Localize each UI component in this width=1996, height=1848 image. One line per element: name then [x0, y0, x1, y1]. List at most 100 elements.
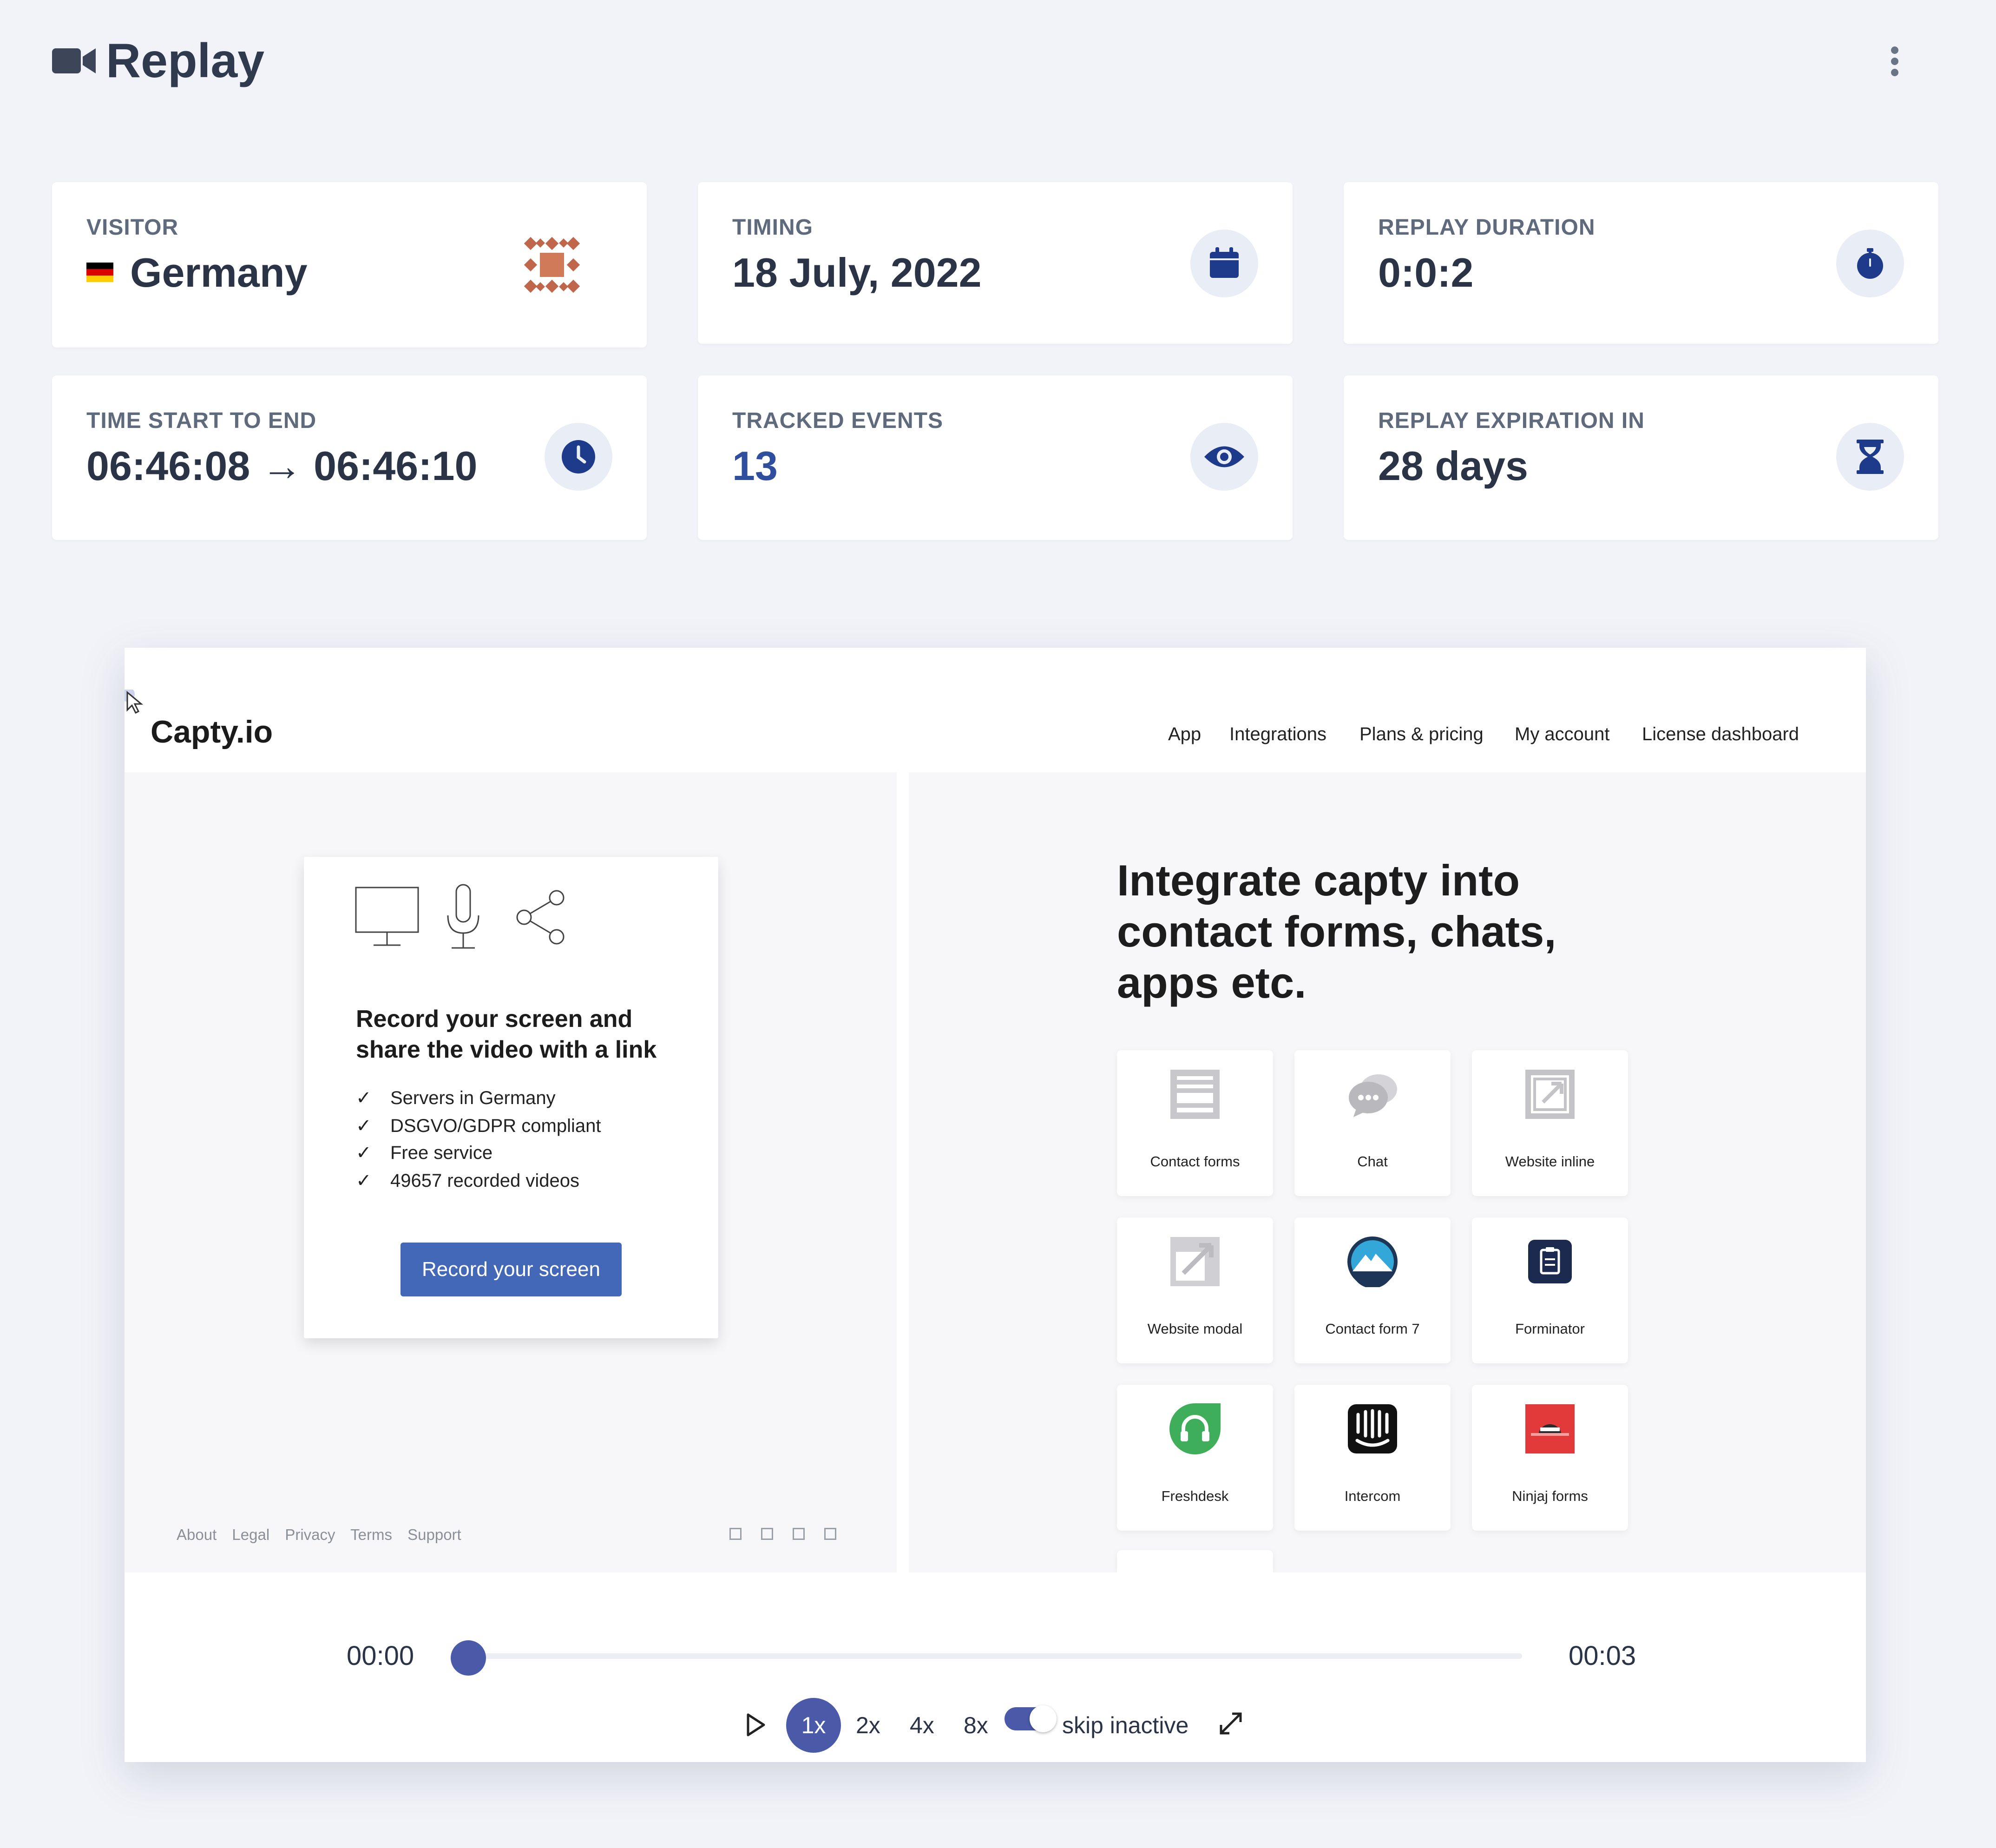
stat-value: 18 July, 2022 [732, 250, 982, 296]
checkmark-icon: ✓ [356, 1171, 372, 1191]
footer-link-about[interactable]: About [177, 1526, 217, 1543]
tile-label: Contact form 7 [1325, 1321, 1420, 1337]
monitor-icon [355, 887, 419, 946]
footer-link-terms[interactable]: Terms [350, 1526, 392, 1543]
footer-link-legal[interactable]: Legal [232, 1526, 269, 1543]
integration-tile-contact-forms[interactable]: Contact forms [1117, 1050, 1273, 1196]
share-icon [516, 890, 565, 945]
eye-icon [1204, 446, 1244, 467]
stat-card-time-start-end: TIME START TO END 06:46:08 → 06:46:10 [52, 375, 647, 540]
site-logo[interactable]: Capty.io [151, 714, 273, 750]
website-inline-icon [1525, 1070, 1575, 1119]
tile-label: Chat [1357, 1153, 1388, 1170]
hourglass-icon [1857, 440, 1884, 474]
integration-tile-ninja-forms[interactable]: Ninjaj forms [1472, 1385, 1628, 1531]
total-time: 00:03 [1569, 1641, 1636, 1671]
stat-card-timing: TIMING 18 July, 2022 [698, 182, 1293, 344]
nav-license-dashboard[interactable]: License dashboard [1642, 724, 1799, 745]
checkmark-icon: ✓ [356, 1116, 372, 1136]
stat-label: VISITOR [86, 215, 179, 240]
cursor-icon [125, 690, 144, 714]
social-icon[interactable] [824, 1528, 836, 1540]
check-item: ✓ Free service [356, 1143, 493, 1163]
page-title: Replay [106, 34, 265, 88]
nav-my-account[interactable]: My account [1515, 724, 1610, 745]
kebab-menu-icon[interactable] [1886, 46, 1903, 76]
progress-thumb[interactable] [451, 1640, 486, 1676]
forminator-icon [1528, 1240, 1572, 1283]
stat-label: REPLAY DURATION [1378, 215, 1595, 240]
site-header [125, 648, 1866, 772]
current-time: 00:00 [347, 1641, 414, 1671]
microphone-icon [447, 884, 479, 949]
stat-label: TIME START TO END [86, 408, 317, 433]
content-divider [897, 772, 909, 1572]
integration-tile-partial [1117, 1550, 1273, 1572]
skip-inactive-toggle[interactable] [1005, 1705, 1057, 1732]
stopwatch-icon [1857, 248, 1883, 279]
social-icon[interactable] [761, 1528, 773, 1540]
integration-tile-website-modal[interactable]: Website modal [1117, 1217, 1273, 1363]
speed-1x-button[interactable]: 1x [786, 1698, 841, 1753]
footer-link-privacy[interactable]: Privacy [285, 1526, 335, 1543]
freshdesk-icon [1169, 1403, 1221, 1454]
social-icon[interactable] [729, 1528, 742, 1540]
stat-card-tracked-events: TRACKED EVENTS 13 [698, 375, 1293, 540]
progress-track[interactable] [465, 1653, 1522, 1659]
calendar-icon [1210, 247, 1239, 278]
checkmark-icon: ✓ [356, 1143, 372, 1163]
integration-tile-website-inline[interactable]: Website inline [1472, 1050, 1628, 1196]
stat-card-visitor: VISITOR Germany [52, 182, 647, 348]
ninja-forms-icon [1525, 1404, 1575, 1453]
contact-form-7-icon [1347, 1236, 1398, 1287]
tile-label: Ninjaj forms [1512, 1488, 1588, 1504]
checkmark-icon: ✓ [356, 1088, 372, 1108]
nav-integrations[interactable]: Integrations [1229, 724, 1326, 745]
intercom-icon [1348, 1404, 1397, 1453]
speed-2x-button[interactable]: 2x [856, 1712, 880, 1739]
tile-label: Website modal [1147, 1321, 1243, 1337]
tile-label: Contact forms [1150, 1153, 1240, 1170]
integration-tile-forminator[interactable]: Forminator [1472, 1217, 1628, 1363]
stat-value: 0:0:2 [1378, 250, 1474, 296]
integration-tile-freshdesk[interactable]: Freshdesk [1117, 1385, 1273, 1531]
chat-icon [1349, 1074, 1397, 1117]
stat-label: TRACKED EVENTS [732, 408, 944, 433]
record-screen-button[interactable]: Record your screen [401, 1243, 622, 1296]
integrations-heading: Integrate capty into contact forms, chat… [1117, 856, 1556, 1007]
visitor-avatar-icon [524, 237, 580, 293]
nav-app[interactable]: App [1168, 724, 1201, 745]
stat-value: Germany [130, 250, 308, 296]
site-footer-links: About Legal Privacy Terms Support [177, 1526, 473, 1544]
speed-8x-button[interactable]: 8x [964, 1712, 988, 1739]
nav-plans-pricing[interactable]: Plans & pricing [1359, 724, 1484, 745]
contact-forms-icon [1170, 1070, 1220, 1119]
stat-card-replay-duration: REPLAY DURATION 0:0:2 [1344, 182, 1938, 344]
stat-label: REPLAY EXPIRATION IN [1378, 408, 1645, 433]
check-item: ✓ 49657 recorded videos [356, 1171, 579, 1191]
clock-icon [562, 440, 595, 474]
stat-card-replay-expiration: REPLAY EXPIRATION IN 28 days [1344, 375, 1938, 540]
footer-link-support[interactable]: Support [407, 1526, 461, 1543]
play-icon[interactable] [745, 1713, 767, 1737]
promo-title: Record your screen and share the video w… [356, 1006, 657, 1063]
video-camera-icon [52, 48, 96, 73]
germany-flag-icon [86, 262, 113, 282]
stat-value: 06:46:08 → 06:46:10 [86, 443, 478, 489]
fullscreen-icon[interactable] [1217, 1710, 1244, 1737]
integration-tile-chat[interactable]: Chat [1294, 1050, 1451, 1196]
check-item: ✓ DSGVO/GDPR compliant [356, 1116, 601, 1136]
tile-label: Freshdesk [1161, 1488, 1229, 1504]
skip-inactive-label: skip inactive [1062, 1712, 1189, 1738]
stat-value: 28 days [1378, 443, 1528, 489]
website-modal-icon [1170, 1237, 1220, 1286]
check-item: ✓ Servers in Germany [356, 1088, 556, 1108]
speed-4x-button[interactable]: 4x [910, 1712, 934, 1739]
stat-label: TIMING [732, 215, 813, 240]
tile-label: Website inline [1505, 1153, 1595, 1170]
stat-value: 13 [732, 443, 778, 489]
integration-tile-contact-form-7[interactable]: Contact form 7 [1294, 1217, 1451, 1363]
integration-tile-intercom[interactable]: Intercom [1294, 1385, 1451, 1531]
tile-label: Forminator [1515, 1321, 1585, 1337]
social-icon[interactable] [793, 1528, 805, 1540]
